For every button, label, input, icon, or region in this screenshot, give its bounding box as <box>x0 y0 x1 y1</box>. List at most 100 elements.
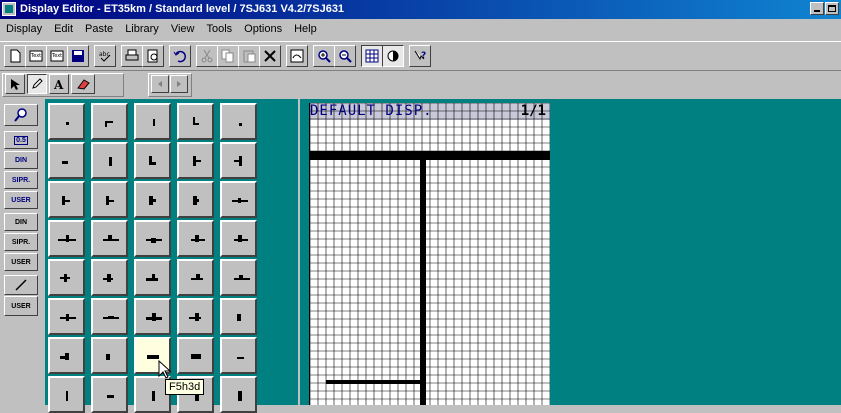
scroll-right-icon[interactable] <box>170 75 188 93</box>
symbol-button[interactable] <box>134 220 171 257</box>
symbol-button[interactable] <box>177 259 214 296</box>
line-tool-icon[interactable] <box>4 275 38 295</box>
lcd-display-canvas[interactable]: DEFAULT DISP. 1/1 <box>309 103 550 405</box>
library-tab-user-line[interactable]: USER <box>4 296 38 316</box>
symbol-button[interactable] <box>177 181 214 218</box>
symbol-glyph <box>65 353 69 360</box>
copy-icon[interactable] <box>217 45 239 67</box>
symbol-button[interactable] <box>91 220 128 257</box>
cut-icon[interactable] <box>196 45 218 67</box>
undo-icon[interactable] <box>169 45 191 67</box>
lcd-horizontal-bar <box>310 151 550 160</box>
save-icon[interactable] <box>67 45 89 67</box>
symbol-button[interactable] <box>220 220 257 257</box>
symbol-button[interactable] <box>177 337 214 374</box>
library-tab-user-1[interactable]: USER <box>4 191 38 209</box>
symbol-glyph <box>149 162 156 165</box>
menu-tools[interactable]: Tools <box>200 20 238 38</box>
symbol-glyph <box>107 395 114 398</box>
help-icon[interactable]: ? <box>409 45 431 67</box>
symbol-glyph <box>105 121 107 127</box>
symbol-glyph <box>106 354 110 360</box>
menu-options[interactable]: Options <box>238 20 288 38</box>
symbol-button[interactable] <box>220 298 257 335</box>
symbol-glyph <box>195 313 199 321</box>
contrast-icon[interactable] <box>382 45 404 67</box>
rotate-icon[interactable] <box>286 45 308 67</box>
symbol-button[interactable] <box>91 142 128 179</box>
symbol-button[interactable] <box>134 181 171 218</box>
library-tab-sipr-1-label: SIPR. <box>11 176 31 184</box>
eraser-icon[interactable] <box>71 74 95 94</box>
library-tab-sipr-2[interactable]: SIPR. <box>4 233 38 251</box>
menu-paste[interactable]: Paste <box>79 20 119 38</box>
library-tab-sipr-1[interactable]: SIPR. <box>4 171 38 189</box>
menu-help[interactable]: Help <box>288 20 323 38</box>
library-tab-scale[interactable]: 0.5 <box>4 131 38 149</box>
print-icon[interactable] <box>121 45 143 67</box>
library-tab-din-1[interactable]: DIN <box>4 151 38 169</box>
symbol-button[interactable] <box>177 103 214 140</box>
symbol-button[interactable] <box>91 103 128 140</box>
menu-bar: Display Edit Paste Library View Tools Op… <box>0 20 841 38</box>
minimize-button[interactable] <box>810 2 824 15</box>
symbol-button[interactable] <box>48 259 85 296</box>
symbol-button[interactable] <box>48 376 85 413</box>
grid-icon[interactable] <box>361 45 383 67</box>
symbol-button[interactable] <box>91 376 128 413</box>
symbol-button[interactable] <box>48 103 85 140</box>
symbol-button[interactable] <box>220 142 257 179</box>
library-tab-din-2-label: DIN <box>14 218 28 226</box>
library-tab-user-2[interactable]: USER <box>4 253 38 271</box>
symbol-button[interactable] <box>91 337 128 374</box>
svg-text:Text: Text <box>51 53 62 59</box>
symbol-button[interactable] <box>48 181 85 218</box>
symbol-glyph <box>62 200 70 202</box>
menu-display[interactable]: Display <box>0 20 48 38</box>
zoom-out-icon[interactable] <box>334 45 356 67</box>
app-icon[interactable] <box>2 2 16 16</box>
export-icon[interactable]: Text <box>46 45 68 67</box>
import-icon[interactable]: Text <box>25 45 47 67</box>
zoom-in-icon[interactable] <box>313 45 335 67</box>
library-tab-din-2[interactable]: DIN <box>4 213 38 231</box>
pointer-icon[interactable] <box>5 74 25 94</box>
symbol-button[interactable] <box>177 142 214 179</box>
menu-library[interactable]: Library <box>119 20 165 38</box>
symbol-glyph <box>66 391 68 401</box>
symbol-button[interactable] <box>48 220 85 257</box>
symbol-button[interactable] <box>220 181 257 218</box>
pencil-icon[interactable] <box>27 74 47 94</box>
symbol-button[interactable] <box>91 259 128 296</box>
symbol-button[interactable] <box>177 298 214 335</box>
menu-view[interactable]: View <box>165 20 201 38</box>
symbol-button[interactable] <box>134 142 171 179</box>
symbol-button[interactable] <box>91 298 128 335</box>
lcd-bottom-line <box>326 380 420 384</box>
maximize-button[interactable] <box>825 2 839 15</box>
symbol-button[interactable] <box>48 337 85 374</box>
symbol-button[interactable] <box>48 298 85 335</box>
symbol-glyph <box>195 235 199 242</box>
symbol-button[interactable] <box>220 259 257 296</box>
symbol-button[interactable] <box>220 376 257 413</box>
symbol-button[interactable] <box>91 181 128 218</box>
delete-icon[interactable] <box>259 45 281 67</box>
paste-icon[interactable] <box>238 45 260 67</box>
scroll-left-icon[interactable] <box>151 75 169 93</box>
menu-edit[interactable]: Edit <box>48 20 79 38</box>
symbol-button[interactable] <box>220 337 257 374</box>
text-icon[interactable]: A <box>49 74 69 94</box>
new-display-icon[interactable] <box>4 45 26 67</box>
symbol-button[interactable] <box>134 259 171 296</box>
search-icon[interactable] <box>4 104 38 126</box>
lcd-grid <box>310 103 550 405</box>
print-preview-icon[interactable] <box>142 45 164 67</box>
spell-check-icon[interactable]: abc <box>94 45 116 67</box>
symbol-button[interactable] <box>134 298 171 335</box>
symbol-button[interactable] <box>220 103 257 140</box>
symbol-button[interactable] <box>48 142 85 179</box>
library-tab-user-2-label: USER <box>11 258 31 266</box>
symbol-button[interactable] <box>134 103 171 140</box>
symbol-button[interactable] <box>177 220 214 257</box>
